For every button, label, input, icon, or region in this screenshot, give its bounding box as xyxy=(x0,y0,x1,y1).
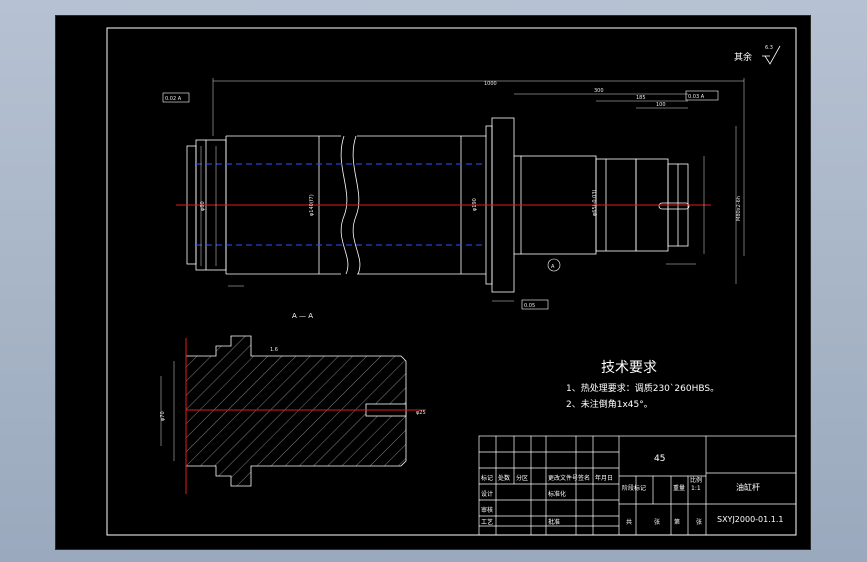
title-block-drawing-number: SXYJ2000-01.1.1 xyxy=(717,515,784,524)
title-block-part-name: 油缸杆 xyxy=(736,482,760,492)
title-block-sheet-total: 共 xyxy=(626,518,632,526)
title-block-ratio-label: 比例 xyxy=(690,476,702,484)
title-block-header-2: 分区 xyxy=(516,474,528,482)
section-chamfer: 1.6 xyxy=(270,347,278,353)
title-block-scale: 1:1 xyxy=(691,485,701,492)
dim-shaft-dia: φ60 xyxy=(200,201,206,211)
title-block-stage-label: 阶段标记 xyxy=(622,484,646,492)
dim-segment-c: 100 xyxy=(656,102,666,108)
tolerance-frame-1: 0.02 A xyxy=(162,92,190,103)
dim-rod-dia: φ140(f7) xyxy=(309,194,315,216)
tolerance-1-text: 0.02 A xyxy=(165,96,182,102)
datum-a-label: A xyxy=(551,264,555,270)
title-block-weight-label: 重量 xyxy=(673,484,685,492)
dim-segment-b: 185 xyxy=(636,95,646,101)
title-block-row-approve: 批准 xyxy=(548,518,560,526)
tech-requirement-2: 2、未注倒角1x45°。 xyxy=(566,398,653,410)
title-block-header-3: 更改文件号 xyxy=(548,474,578,482)
tolerance-3-text: 0.05 xyxy=(524,303,535,309)
section-bore: φ25 xyxy=(416,410,426,416)
drawing-sheet: 其余 6.3 1000 300 185 100 φ60 φ140(f7) M80… xyxy=(55,15,811,550)
title-block-row-process: 工艺 xyxy=(481,518,493,526)
dim-thread: M80x2-6h xyxy=(736,196,742,221)
title-block-header-0: 标记 xyxy=(481,474,493,482)
dim-overall-length: 1000 xyxy=(484,81,497,87)
tolerance-frame-3: 0.05 xyxy=(521,299,549,310)
title-block-row-standard: 标准化 xyxy=(548,490,566,498)
section-view xyxy=(160,335,426,494)
title-block-row-design: 设计 xyxy=(481,490,493,498)
title-block-material: 45 xyxy=(654,454,665,464)
cad-drawing: 其余 6.3 1000 300 185 100 φ60 φ140(f7) M80… xyxy=(106,27,797,536)
dim-segment-a: 300 xyxy=(594,88,604,94)
dim-flange-dia: φ190 xyxy=(472,198,478,211)
title-block-sheet-unit-2: 张 xyxy=(696,518,702,526)
title-block-row-check: 审核 xyxy=(481,506,493,514)
dim-end-dia: φ65(-0.03) xyxy=(592,189,598,216)
roughness-note-label: 其余 xyxy=(734,51,752,63)
main-view-dimensions xyxy=(200,78,745,302)
title-block-sheet-unit-1: 张 xyxy=(654,518,660,526)
tech-requirements-title: 技术要求 xyxy=(601,360,657,376)
title-block-sheet-index: 第 xyxy=(674,518,680,526)
title-block-header-5: 年月日 xyxy=(595,474,613,482)
title-block-header-1: 处数 xyxy=(498,474,510,482)
section-label: A — A xyxy=(292,312,313,320)
tolerance-2-text: 0.03 A xyxy=(688,94,705,100)
tech-requirement-1: 1、热处理要求：调质230`260HBS。 xyxy=(566,382,719,394)
datum-a-marker: A xyxy=(547,258,561,272)
section-dia: φ70 xyxy=(160,411,166,421)
roughness-value: 6.3 xyxy=(765,45,773,51)
tolerance-frame-2: 0.03 A xyxy=(685,90,719,101)
title-block-header-4: 签名 xyxy=(578,474,590,482)
